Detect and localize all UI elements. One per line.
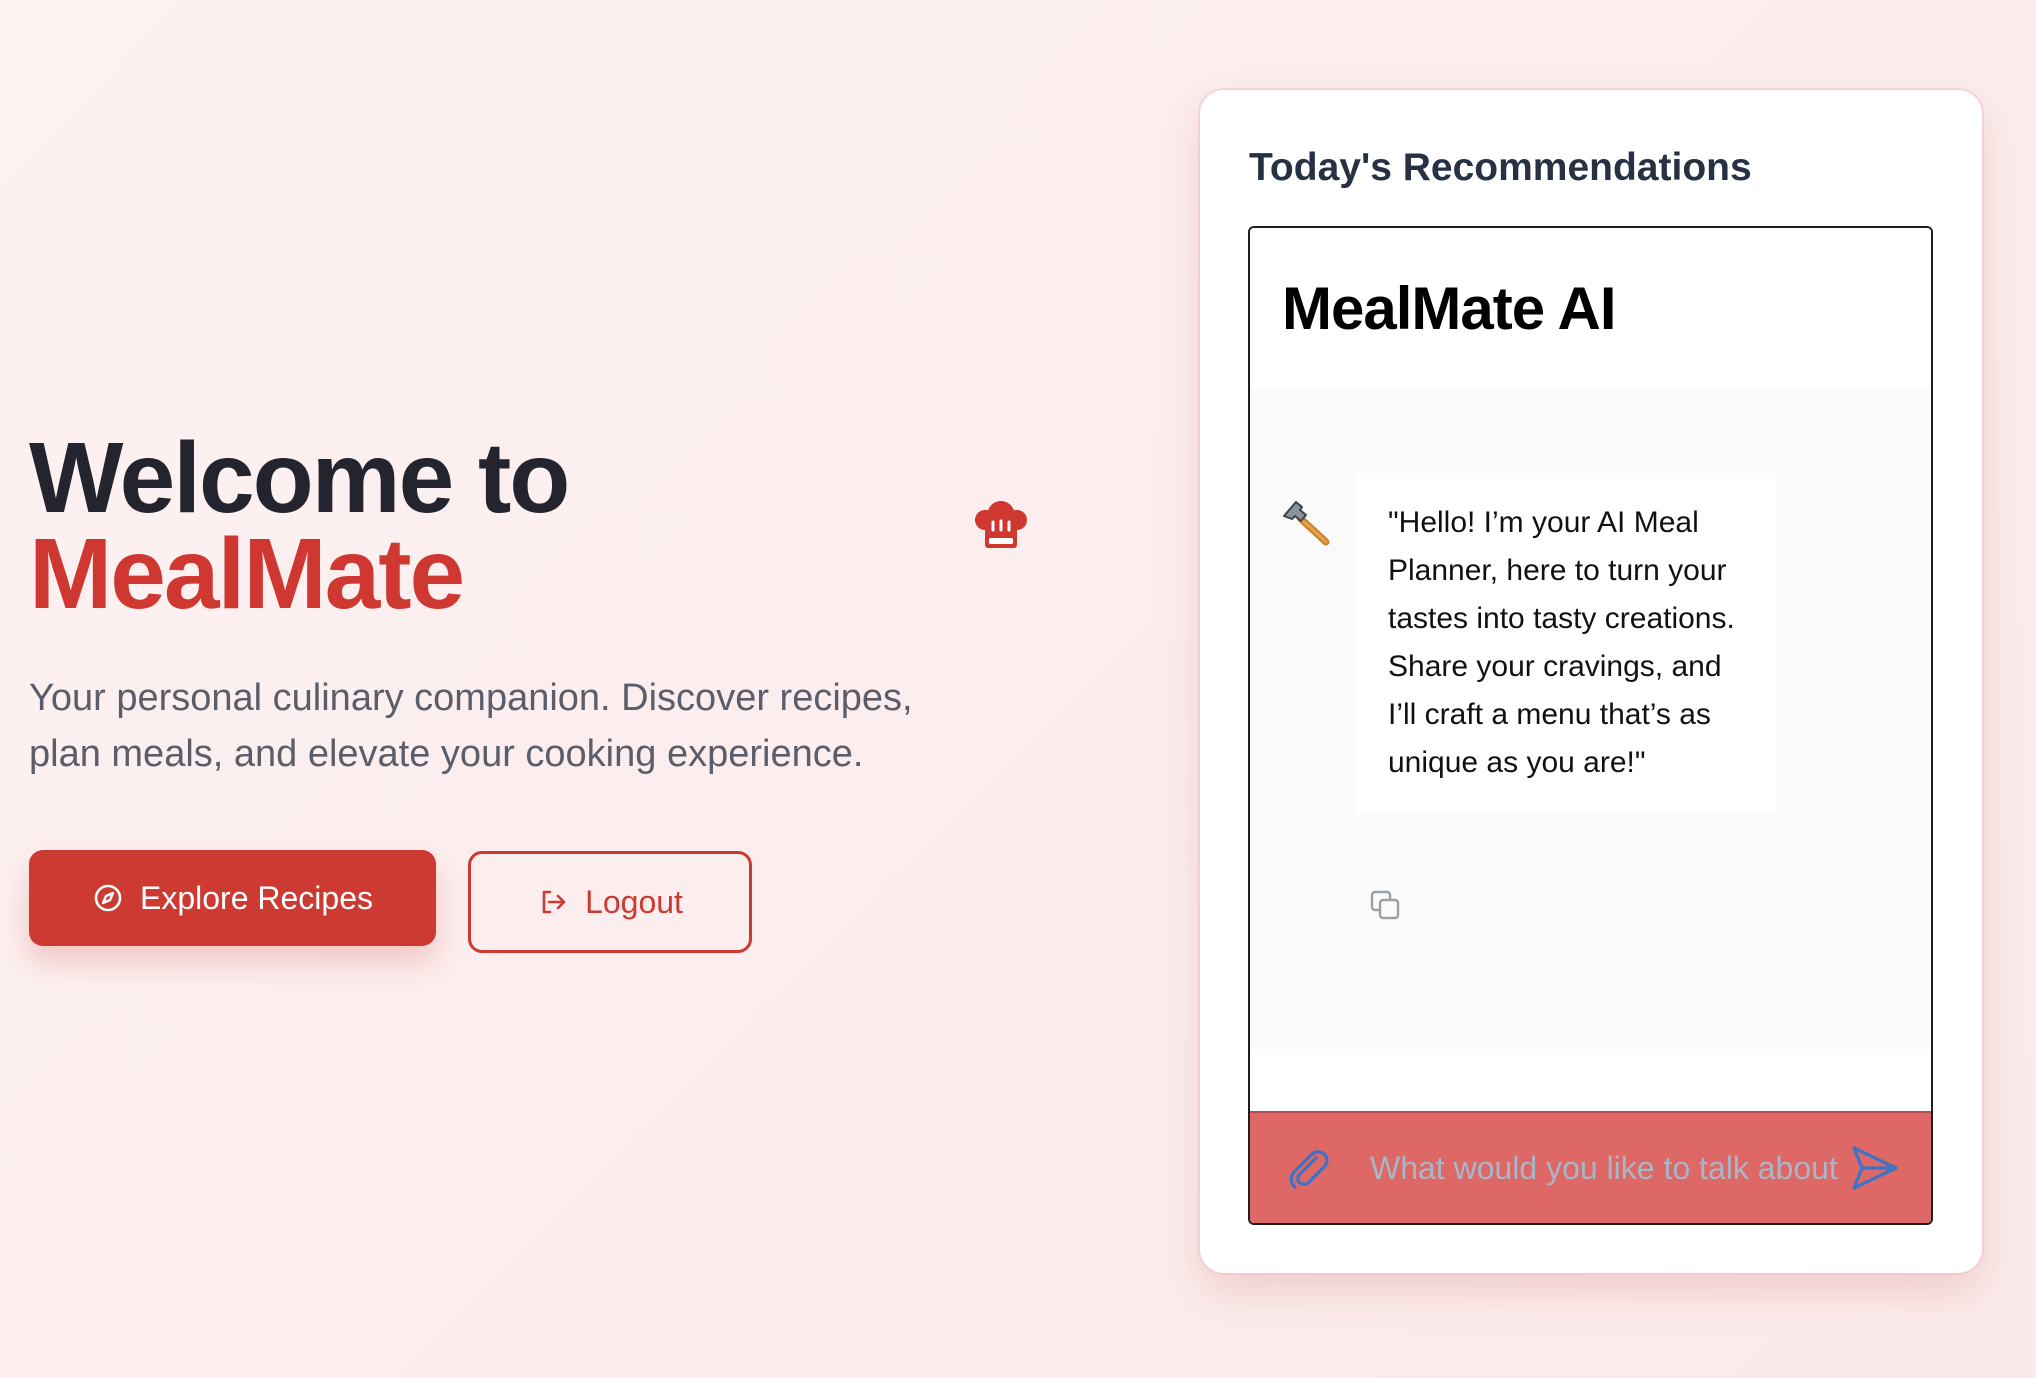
explore-recipes-button[interactable]: Explore Recipes — [29, 850, 436, 946]
logout-button[interactable]: Logout — [468, 851, 752, 953]
hammer-icon — [1283, 501, 1330, 546]
chat-messages: "Hello! I’m your AI Meal Planner, here t… — [1250, 388, 1931, 1049]
hero-actions: Explore Recipes Logout — [29, 850, 1009, 953]
recommendations-card: Today's Recommendations MealMate AI "Hel… — [1200, 90, 1982, 1273]
hero-subtitle: Your personal culinary companion. Discov… — [29, 677, 913, 775]
hero-section: Welcome to MealMate Your personal culina… — [29, 428, 1027, 953]
brand-name: MealMate — [29, 518, 465, 630]
recommendations-title: Today's Recommendations — [1249, 146, 1752, 189]
compass-icon — [94, 884, 122, 912]
explore-recipes-label: Explore Recipes — [140, 879, 373, 916]
chat-input-bar — [1250, 1111, 1931, 1223]
chat-input[interactable] — [1370, 1138, 1849, 1198]
chat-header: MealMate AI — [1250, 228, 1931, 388]
hero-title: Welcome to MealMate — [29, 428, 1009, 630]
send-icon[interactable] — [1849, 1142, 1901, 1194]
paperclip-icon[interactable] — [1282, 1143, 1332, 1193]
bot-message: "Hello! I’m your AI Meal Planner, here t… — [1356, 473, 1776, 813]
logout-label: Logout — [585, 883, 683, 920]
chat-title: MealMate AI — [1282, 274, 1617, 342]
logout-icon — [542, 890, 566, 914]
chat-widget: MealMate AI "Hello! I’m your AI Meal Pla… — [1248, 226, 1933, 1225]
copy-icon[interactable] — [1368, 888, 1402, 922]
chef-hat-icon — [975, 501, 1027, 548]
